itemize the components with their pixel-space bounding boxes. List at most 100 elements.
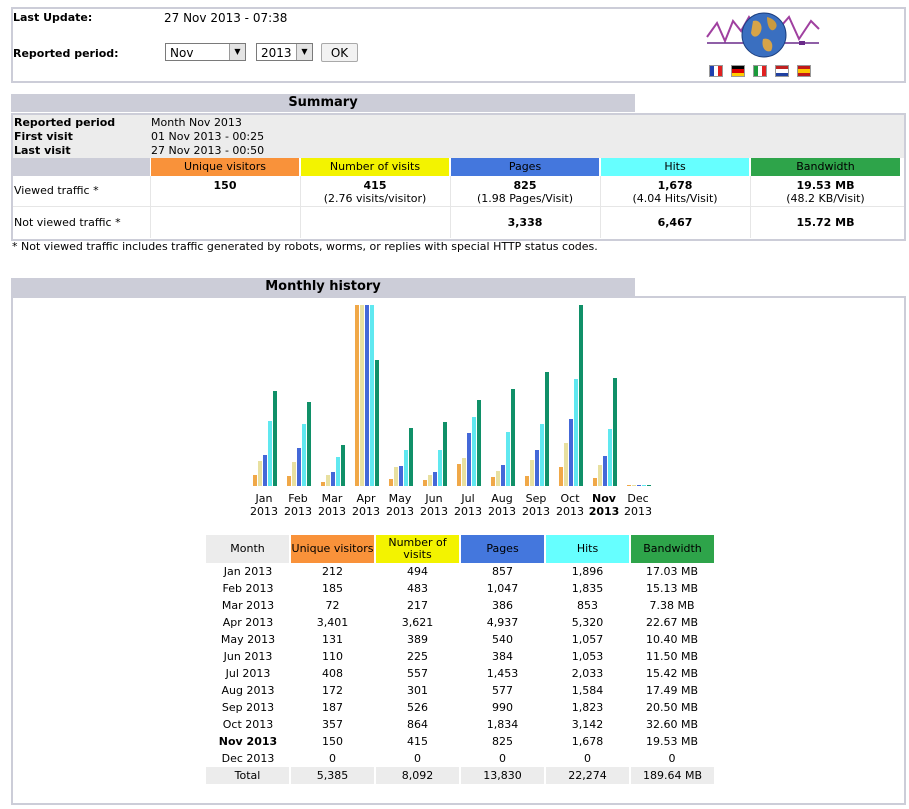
- last-visit-value: 27 Nov 2013 - 00:50: [151, 144, 265, 157]
- table-cell-pages: 1,047: [486, 582, 519, 595]
- bar-series3-feb: [302, 424, 306, 486]
- table-cell-hits: 853: [577, 599, 598, 612]
- total-cell-visitors: 5,385: [289, 767, 375, 784]
- table-cell-pages: 857: [492, 565, 513, 578]
- month-label-oct[interactable]: Oct 2013: [553, 492, 587, 518]
- table-cell-month: Sep 2013: [221, 701, 275, 714]
- month-select-value: Nov: [170, 46, 194, 60]
- bar-series0-aug: [491, 477, 495, 486]
- viewed-visitors: 150: [213, 179, 237, 192]
- month-label-name: Sep: [525, 492, 547, 505]
- month-label-mar[interactable]: Mar 2013: [315, 492, 349, 518]
- viewed-visits-ratio: (2.76 visits/visitor): [323, 192, 427, 205]
- month-label-name: Nov: [592, 492, 616, 505]
- month-label-year: 2013: [588, 505, 620, 518]
- table-cell-month: Mar 2013: [221, 599, 275, 612]
- table-cell-visitors: 110: [322, 650, 343, 663]
- bar-series3-may: [404, 450, 408, 486]
- table-cell-hits: 1,896: [571, 565, 604, 578]
- table-cell-visits: 389: [407, 633, 428, 646]
- month-label-jul[interactable]: Jul 2013: [451, 492, 485, 518]
- flag-fr-icon[interactable]: [709, 65, 723, 77]
- table-cell-pages: 386: [492, 599, 513, 612]
- table-cell-visits: 301: [407, 684, 428, 697]
- bar-series2-aug: [501, 465, 505, 486]
- bar-series1-jan: [258, 461, 262, 486]
- viewed-pages-ratio: (1.98 Pages/Visit): [476, 192, 574, 205]
- bar-series3-mar: [336, 457, 340, 486]
- col-pages: Pages: [451, 158, 599, 176]
- flag-it-icon[interactable]: [753, 65, 767, 77]
- month-label-sep[interactable]: Sep 2013: [519, 492, 553, 518]
- viewed-pages: 825: [513, 179, 537, 192]
- viewed-bandwidth-ratio: (48.2 KB/Visit): [786, 192, 865, 205]
- bar-series2-sep: [535, 450, 539, 486]
- table-cell-visitors: 187: [322, 701, 343, 714]
- viewed-visits: 415: [363, 179, 387, 192]
- flag-nl-icon[interactable]: [775, 65, 789, 77]
- monthly-history-title: Monthly history: [11, 278, 635, 296]
- table-row: Aug 2013 172 301 577 1,584 17.49 MB: [206, 682, 714, 699]
- not-viewed-traffic-label: Not viewed traffic *: [14, 216, 121, 229]
- table-cell-month: Apr 2013: [222, 616, 274, 629]
- first-visit-value: 01 Nov 2013 - 00:25: [151, 130, 265, 143]
- table-cell-bandwidth: 17.03 MB: [645, 565, 699, 578]
- table-cell-month: May 2013: [220, 633, 276, 646]
- flag-es-icon[interactable]: [797, 65, 811, 77]
- table-cell-visits: 415: [407, 735, 428, 748]
- month-label-aug[interactable]: Aug 2013: [485, 492, 519, 518]
- table-cell-visitors: 185: [322, 582, 343, 595]
- flag-de-icon[interactable]: [731, 65, 745, 77]
- table-cell-visitors: 212: [322, 565, 343, 578]
- table-cell-month: Jun 2013: [223, 650, 273, 663]
- total-cell-hits: 22,274: [544, 767, 630, 784]
- ok-button[interactable]: OK: [321, 43, 358, 62]
- table-row: Jan 2013 212 494 857 1,896 17.03 MB: [206, 563, 714, 580]
- month-label-year: 2013: [284, 505, 312, 518]
- table-cell-visits: 483: [407, 582, 428, 595]
- globe-logo-icon: [706, 12, 820, 58]
- table-cell-pages: 1,453: [486, 667, 519, 680]
- table-cell-month: Feb 2013: [222, 582, 274, 595]
- month-label-name: Jun: [425, 492, 443, 505]
- table-cell-pages: 990: [492, 701, 513, 714]
- bar-series0-mar: [321, 482, 325, 486]
- chevron-down-icon[interactable]: ▼: [229, 44, 245, 60]
- col-number-of-visits: Number of visits: [301, 158, 449, 176]
- bar-series4-jun: [443, 422, 447, 486]
- table-cell-month: Nov 2013: [218, 735, 278, 748]
- month-select[interactable]: Nov ▼: [165, 43, 246, 61]
- bar-series3-apr: [370, 305, 374, 486]
- month-label-may[interactable]: May 2013: [383, 492, 417, 518]
- bar-series3-jun: [438, 450, 442, 486]
- table-row: Mar 2013 72 217 386 853 7.38 MB: [206, 597, 714, 614]
- month-label-feb[interactable]: Feb 2013: [281, 492, 315, 518]
- year-select-value: 2013: [261, 46, 292, 60]
- chevron-down-icon[interactable]: ▼: [296, 44, 312, 60]
- year-select[interactable]: 2013 ▼: [256, 43, 313, 61]
- table-cell-visits: 217: [407, 599, 428, 612]
- table-row: May 2013 131 389 540 1,057 10.40 MB: [206, 631, 714, 648]
- month-label-name: Feb: [288, 492, 308, 505]
- month-label-apr[interactable]: Apr 2013: [349, 492, 383, 518]
- month-label-jan[interactable]: Jan 2013: [247, 492, 281, 518]
- table-cell-bandwidth: 7.38 MB: [649, 599, 695, 612]
- table-cell-visitors: 150: [322, 735, 343, 748]
- month-label-jun[interactable]: Jun 2013: [417, 492, 451, 518]
- month-label-dec[interactable]: Dec 2013: [621, 492, 655, 518]
- table-cell-visits: 526: [407, 701, 428, 714]
- total-cell-month: Total: [206, 767, 290, 784]
- table-cell-month: Jul 2013: [225, 667, 271, 680]
- month-label-nov[interactable]: Nov 2013: [587, 492, 621, 518]
- reported-period-label: Reported period:: [13, 47, 119, 60]
- table-row: Dec 2013 0 0 0 0 0: [206, 750, 714, 767]
- month-label-name: Aug: [491, 492, 513, 505]
- col-unique-visitors: Unique visitors: [151, 158, 299, 176]
- bar-series4-nov: [613, 378, 617, 486]
- total-cell-visits: 8,092: [374, 767, 460, 784]
- bar-series0-feb: [287, 476, 291, 486]
- bar-series2-may: [399, 466, 403, 486]
- col-bandwidth: Bandwidth: [751, 158, 900, 176]
- bar-series2-jul: [467, 433, 471, 486]
- table-cell-pages: 1,834: [486, 718, 519, 731]
